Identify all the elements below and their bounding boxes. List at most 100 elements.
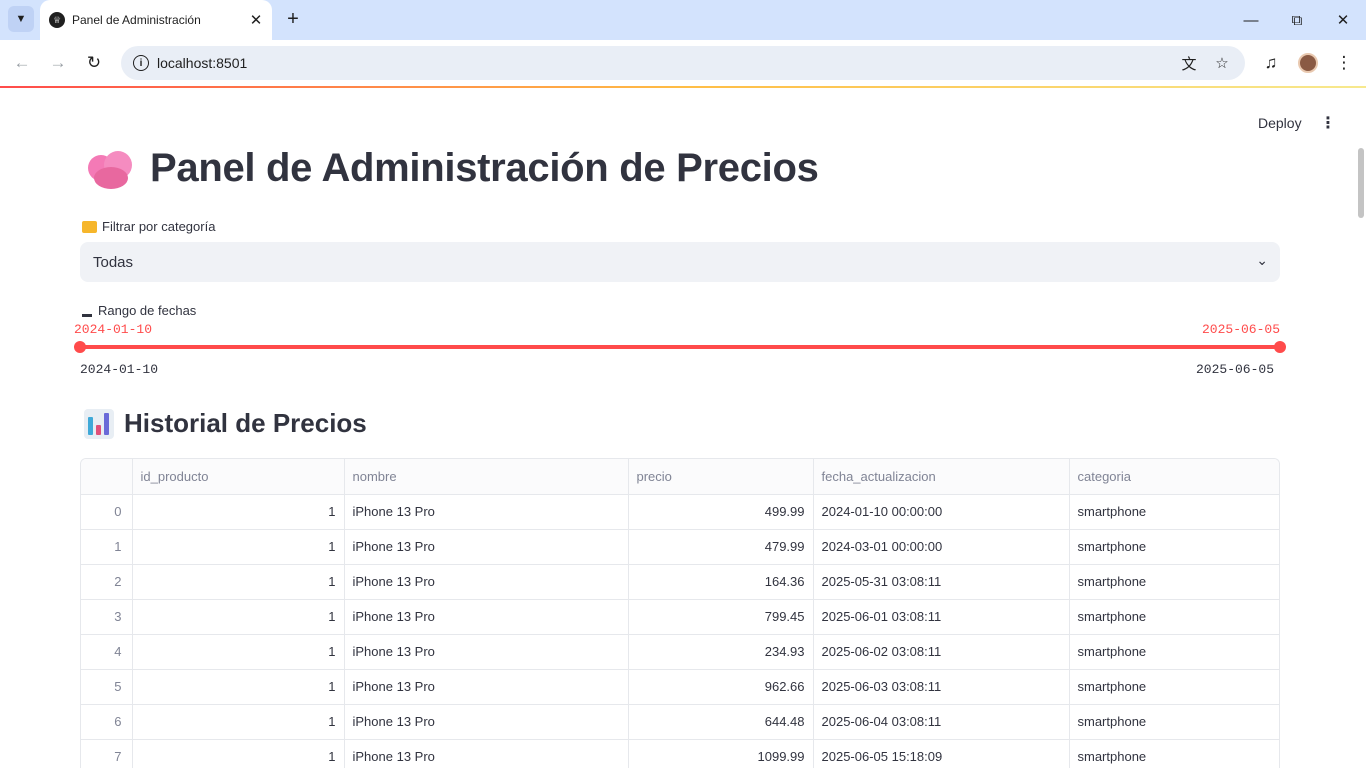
nombre-cell[interactable]: iPhone 13 Pro [344, 494, 629, 530]
site-info-icon[interactable]: i [133, 55, 149, 71]
browser-tab-bar: ▼ ♕ Panel de Administración ✕ + — ⧉ ✕ [0, 0, 1366, 40]
row-index-cell[interactable]: 3 [81, 599, 133, 635]
chevron-down-icon[interactable]: ⌄ [1256, 252, 1268, 269]
bar-chart-icon [84, 408, 114, 439]
price-history-table[interactable]: id_producto nombre precio fecha_actualiz… [80, 458, 1280, 768]
precio-cell[interactable]: 1099.99 [628, 739, 814, 768]
categoria-cell[interactable]: smartphone [1069, 494, 1279, 530]
nombre-cell[interactable]: iPhone 13 Pro [344, 529, 629, 565]
bookmark-star-icon[interactable]: ☆ [1212, 53, 1232, 73]
categoria-cell[interactable]: smartphone [1069, 634, 1279, 670]
table-row[interactable]: 0 1 iPhone 13 Pro 499.99 2024-01-10 00:00:00… [81, 494, 1279, 530]
page-scrollbar[interactable] [1358, 148, 1364, 218]
nombre-cell[interactable]: iPhone 13 Pro [344, 564, 629, 600]
close-window-icon[interactable]: ✕ [1331, 8, 1355, 32]
id-producto-cell[interactable]: 1 [132, 739, 345, 768]
back-arrow-icon[interactable]: ← [10, 51, 34, 75]
categoria-cell[interactable]: smartphone [1069, 599, 1279, 635]
fecha-cell[interactable]: 2024-01-10 00:00:00 [813, 494, 1070, 530]
deploy-button[interactable]: Deploy [1252, 113, 1308, 133]
id-producto-cell[interactable]: 1 [132, 564, 345, 600]
fecha-cell[interactable]: 2025-06-02 03:08:11 [813, 634, 1070, 670]
fecha-cell[interactable]: 2024-03-01 00:00:00 [813, 529, 1070, 565]
fecha-cell[interactable]: 2025-06-05 15:18:09 [813, 739, 1070, 768]
categoria-cell[interactable]: smartphone [1069, 529, 1279, 565]
browser-tab[interactable]: ♕ Panel de Administración ✕ [40, 0, 272, 40]
close-tab-icon[interactable]: ✕ [246, 10, 266, 30]
slider-end-handle[interactable] [1274, 341, 1286, 353]
slider-start-handle[interactable] [74, 341, 86, 353]
calendar-icon [82, 313, 92, 317]
reload-icon[interactable]: ↻ [82, 51, 106, 75]
column-header-precio[interactable]: precio [628, 459, 814, 495]
precio-cell[interactable]: 799.45 [628, 599, 814, 635]
column-header-categoria[interactable]: categoria [1069, 459, 1279, 495]
category-select[interactable]: Todas ⌄ [80, 242, 1280, 282]
table-row[interactable]: 6 1 iPhone 13 Pro 644.48 2025-06-04 03:08:11… [81, 704, 1279, 740]
nombre-cell[interactable]: iPhone 13 Pro [344, 704, 629, 740]
date-range-label-text: Rango de fechas [98, 303, 197, 318]
table-row[interactable]: 1 1 iPhone 13 Pro 479.99 2024-03-01 00:00:00… [81, 529, 1279, 565]
categoria-cell[interactable]: smartphone [1069, 669, 1279, 705]
precio-cell[interactable]: 479.99 [628, 529, 814, 565]
column-header-fecha-actualizacion[interactable]: fecha_actualizacion [813, 459, 1070, 495]
slider-max-label: 2025-06-05 [1196, 362, 1275, 377]
row-index-cell[interactable]: 1 [81, 529, 133, 565]
row-index-cell[interactable]: 4 [81, 634, 133, 670]
id-producto-cell[interactable]: 1 [132, 599, 345, 635]
nombre-cell[interactable]: iPhone 13 Pro [344, 669, 629, 705]
precio-cell[interactable]: 164.36 [628, 564, 814, 600]
address-bar[interactable]: i localhost:8501 文 ☆ [121, 46, 1245, 80]
id-producto-cell[interactable]: 1 [132, 634, 345, 670]
browser-menu-icon[interactable]: ⋮ [1332, 51, 1356, 75]
nombre-cell[interactable]: iPhone 13 Pro [344, 599, 629, 635]
forward-arrow-icon[interactable]: → [46, 51, 70, 75]
filter-label-text: Filtrar por categoría [102, 219, 216, 234]
row-index-cell[interactable]: 6 [81, 704, 133, 740]
url-text[interactable]: localhost:8501 [157, 55, 247, 71]
column-header-id-producto[interactable]: id_producto [132, 459, 345, 495]
fecha-cell[interactable]: 2025-06-01 03:08:11 [813, 599, 1070, 635]
slider-min-label: 2024-01-10 [80, 362, 159, 377]
table-row[interactable]: 2 1 iPhone 13 Pro 164.36 2025-05-31 03:08:11… [81, 564, 1279, 600]
nombre-cell[interactable]: iPhone 13 Pro [344, 634, 629, 670]
categoria-cell[interactable]: smartphone [1069, 739, 1279, 768]
column-header-nombre[interactable]: nombre [344, 459, 629, 495]
media-control-icon[interactable]: ♫ [1259, 51, 1283, 75]
date-range-label: Rango de fechas [82, 303, 196, 318]
date-range-slider-track[interactable] [80, 345, 1280, 349]
id-producto-cell[interactable]: 1 [132, 704, 345, 740]
id-producto-cell[interactable]: 1 [132, 494, 345, 530]
precio-cell[interactable]: 962.66 [628, 669, 814, 705]
restore-icon[interactable]: ⧉ [1285, 8, 1309, 32]
slider-start-value: 2024-01-10 [74, 322, 153, 337]
translate-icon[interactable]: 文 [1179, 53, 1199, 73]
row-index-cell[interactable]: 5 [81, 669, 133, 705]
table-row[interactable]: 3 1 iPhone 13 Pro 799.45 2025-06-01 03:08:11… [81, 599, 1279, 635]
fecha-cell[interactable]: 2025-06-04 03:08:11 [813, 704, 1070, 740]
profile-avatar[interactable] [1298, 53, 1318, 73]
categoria-cell[interactable]: smartphone [1069, 704, 1279, 740]
slider-end-value: 2025-06-05 [1202, 322, 1281, 337]
categoria-cell[interactable]: smartphone [1069, 564, 1279, 600]
table-row[interactable]: 4 1 iPhone 13 Pro 234.93 2025-06-02 03:08:11… [81, 634, 1279, 670]
nombre-cell[interactable]: iPhone 13 Pro [344, 739, 629, 768]
fecha-cell[interactable]: 2025-05-31 03:08:11 [813, 564, 1070, 600]
category-select-value[interactable]: Todas [93, 254, 133, 271]
main-menu-icon[interactable]: ⋮ [1318, 113, 1338, 133]
minimize-icon[interactable]: — [1239, 8, 1263, 32]
row-index-cell[interactable]: 0 [81, 494, 133, 530]
column-header-index[interactable] [81, 459, 133, 495]
precio-cell[interactable]: 499.99 [628, 494, 814, 530]
table-row[interactable]: 7 1 iPhone 13 Pro 1099.99 2025-06-05 15:18:0… [81, 739, 1279, 768]
table-row[interactable]: 5 1 iPhone 13 Pro 962.66 2025-06-03 03:08:11… [81, 669, 1279, 705]
id-producto-cell[interactable]: 1 [132, 529, 345, 565]
row-index-cell[interactable]: 2 [81, 564, 133, 600]
tab-search-chevron-icon[interactable]: ▼ [8, 6, 34, 32]
row-index-cell[interactable]: 7 [81, 739, 133, 768]
fecha-cell[interactable]: 2025-06-03 03:08:11 [813, 669, 1070, 705]
new-tab-button[interactable]: + [282, 8, 304, 30]
precio-cell[interactable]: 644.48 [628, 704, 814, 740]
id-producto-cell[interactable]: 1 [132, 669, 345, 705]
precio-cell[interactable]: 234.93 [628, 634, 814, 670]
